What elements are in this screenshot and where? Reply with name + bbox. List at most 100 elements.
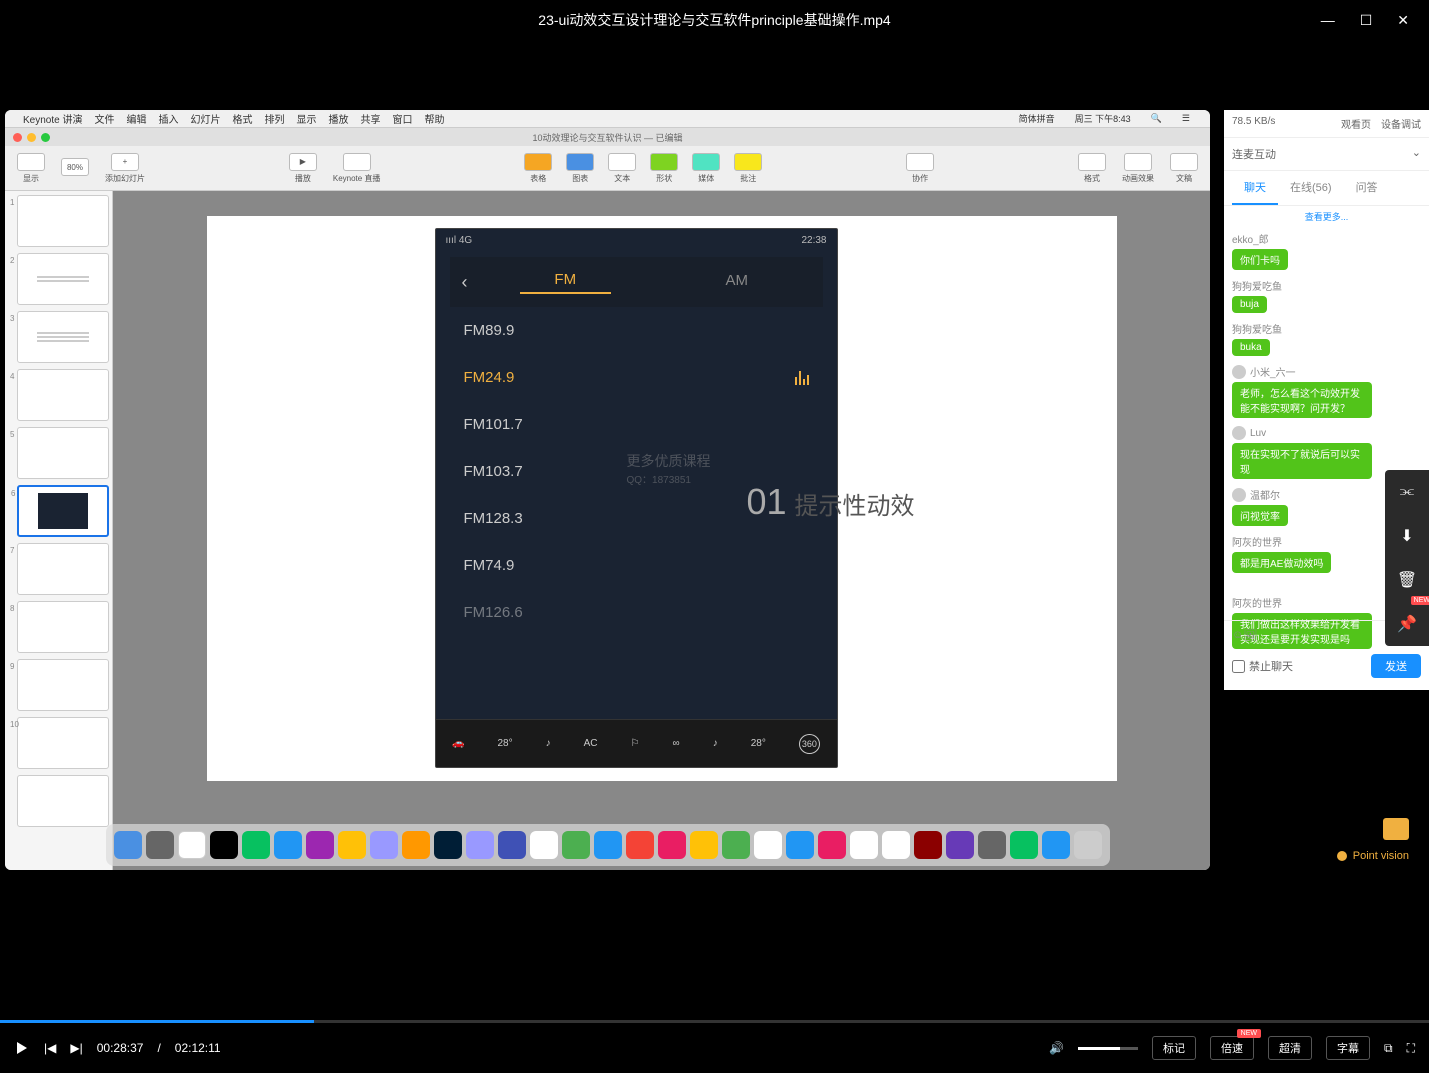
- dock-pr-icon[interactable]: [466, 831, 494, 859]
- tb-text[interactable]: 文本: [602, 151, 642, 186]
- slide-thumb-8[interactable]: 8: [17, 601, 109, 653]
- slide-thumb-1[interactable]: 1: [17, 195, 109, 247]
- menu-share[interactable]: 共享: [360, 111, 380, 126]
- menu-view[interactable]: 显示: [296, 111, 316, 126]
- airflow-icon[interactable]: ⚐: [631, 738, 640, 749]
- seat-icon[interactable]: ♪: [546, 738, 551, 749]
- emoji-icon[interactable]: ☺: [1232, 629, 1243, 642]
- marker-button[interactable]: 标记: [1152, 1036, 1196, 1060]
- tb-document[interactable]: 文稿: [1164, 151, 1204, 186]
- tb-shape[interactable]: 形状: [644, 151, 684, 186]
- slide-thumb-11[interactable]: [17, 775, 109, 827]
- fm-item[interactable]: FM89.9: [446, 307, 827, 354]
- prev-button[interactable]: |◀: [44, 1041, 56, 1055]
- download-icon[interactable]: ⬇: [1385, 514, 1429, 558]
- dock-app7-icon[interactable]: [850, 831, 878, 859]
- max-dot-icon[interactable]: [41, 133, 50, 142]
- dock-sketch-icon[interactable]: [338, 831, 366, 859]
- volume-slider[interactable]: [1078, 1047, 1138, 1050]
- volume-icon[interactable]: 🔊: [1049, 1041, 1064, 1055]
- tb-format[interactable]: 格式: [1072, 151, 1112, 186]
- nav-watch[interactable]: 观看页: [1341, 116, 1371, 131]
- image-icon[interactable]: 🖼: [1243, 629, 1257, 642]
- dock-ps-icon[interactable]: [434, 831, 462, 859]
- slide-thumb-7[interactable]: 7: [17, 543, 109, 595]
- menu-slide[interactable]: 幻灯片: [190, 111, 220, 126]
- dock-app8-icon[interactable]: [882, 831, 910, 859]
- dock-launchpad-icon[interactable]: [146, 831, 174, 859]
- next-button[interactable]: ▶|: [70, 1041, 82, 1055]
- dock-itunes-icon[interactable]: [818, 831, 846, 859]
- nav-device[interactable]: 设备调试: [1381, 116, 1421, 131]
- tb-zoom[interactable]: 80%: [55, 156, 95, 180]
- min-dot-icon[interactable]: [27, 133, 36, 142]
- tb-chart[interactable]: 图表: [560, 151, 600, 186]
- maximize-icon[interactable]: ☐: [1360, 12, 1373, 29]
- car-icon[interactable]: 🚗: [452, 738, 464, 749]
- view360-icon[interactable]: 360: [799, 734, 820, 754]
- tb-collab[interactable]: 协作: [900, 151, 940, 186]
- fm-item[interactable]: FM101.7: [446, 401, 827, 448]
- dock-app6-icon[interactable]: [786, 831, 814, 859]
- subtitle-button[interactable]: 字幕: [1326, 1036, 1370, 1060]
- slide-thumb-3[interactable]: 3: [17, 311, 109, 363]
- dock-app9-icon[interactable]: [914, 831, 942, 859]
- dock-numbers-icon[interactable]: [562, 831, 590, 859]
- speed-button[interactable]: 倍速NEW: [1210, 1036, 1254, 1060]
- dock-evernote-icon[interactable]: [722, 831, 750, 859]
- dock-keynote-icon[interactable]: [594, 831, 622, 859]
- menu-format[interactable]: 格式: [232, 111, 252, 126]
- menu-window[interactable]: 窗口: [392, 111, 412, 126]
- send-button[interactable]: 发送: [1371, 654, 1421, 678]
- canvas-area[interactable]: ıııl 4G 22:38 ‹ FM AM FM89.9 FM24.9 FM10…: [113, 191, 1210, 870]
- menu-insert[interactable]: 插入: [158, 111, 178, 126]
- dock-wechat-icon[interactable]: [242, 831, 270, 859]
- menu-icon[interactable]: ☰: [1182, 113, 1190, 124]
- search-icon[interactable]: 🔍: [1151, 113, 1162, 124]
- tb-comment[interactable]: 批注: [728, 151, 768, 186]
- menu-ime[interactable]: 简体拼音: [1019, 112, 1055, 125]
- close-dot-icon[interactable]: [13, 133, 22, 142]
- tb-table[interactable]: 表格: [518, 151, 558, 186]
- tab-chat[interactable]: 聊天: [1232, 171, 1278, 205]
- dock-app11-icon[interactable]: [1010, 831, 1038, 859]
- minimize-icon[interactable]: —: [1321, 12, 1335, 29]
- dock-app12-icon[interactable]: [1042, 831, 1070, 859]
- dock-settings-icon[interactable]: [978, 831, 1006, 859]
- quality-button[interactable]: 超清: [1268, 1036, 1312, 1060]
- slide-thumb-6[interactable]: 6: [17, 485, 109, 537]
- dock-chrome-icon[interactable]: [178, 831, 206, 859]
- dock-principle-icon[interactable]: [306, 831, 334, 859]
- slide-thumb-5[interactable]: 5: [17, 427, 109, 479]
- dock-ae-icon[interactable]: [370, 831, 398, 859]
- slide-thumb-4[interactable]: 4: [17, 369, 109, 421]
- dock-app4-icon[interactable]: [690, 831, 718, 859]
- mute-checkbox[interactable]: 禁止聊天: [1232, 658, 1293, 674]
- tb-animate[interactable]: 动画效果: [1116, 151, 1160, 186]
- chevron-down-icon[interactable]: ⌄: [1412, 146, 1421, 162]
- menu-edit[interactable]: 编辑: [126, 111, 146, 126]
- slide-panel[interactable]: 1 2 3 4 5 6 7 8 9 10: [5, 191, 113, 870]
- fm-item[interactable]: FM74.9: [446, 542, 827, 589]
- tab-am[interactable]: AM: [691, 272, 783, 293]
- tab-online[interactable]: 在线(56): [1278, 171, 1344, 205]
- ac-label[interactable]: AC: [584, 738, 598, 749]
- slide-thumb-9[interactable]: 9: [17, 659, 109, 711]
- dock-app-icon[interactable]: [274, 831, 302, 859]
- tab-qa[interactable]: 问答: [1344, 171, 1390, 205]
- menu-app[interactable]: Keynote 讲演: [23, 111, 82, 126]
- dock-app2-icon[interactable]: [498, 831, 526, 859]
- share-icon[interactable]: ⫘: [1385, 470, 1429, 514]
- fm-item[interactable]: FM126.6: [446, 589, 827, 636]
- load-more-link[interactable]: 查看更多...: [1224, 206, 1429, 227]
- slide-thumb-10[interactable]: 10: [17, 717, 109, 769]
- seat-icon-2[interactable]: ♪: [713, 738, 718, 749]
- tb-play[interactable]: ▶播放: [283, 151, 323, 186]
- dock-app5-icon[interactable]: [754, 831, 782, 859]
- tab-fm[interactable]: FM: [520, 271, 612, 294]
- menu-file[interactable]: 文件: [94, 111, 114, 126]
- tb-add-slide[interactable]: +添加幻灯片: [99, 151, 151, 186]
- dock-calendar-icon[interactable]: [530, 831, 558, 859]
- pin-icon[interactable]: 📌NEW: [1385, 602, 1429, 646]
- menu-arrange[interactable]: 排列: [264, 111, 284, 126]
